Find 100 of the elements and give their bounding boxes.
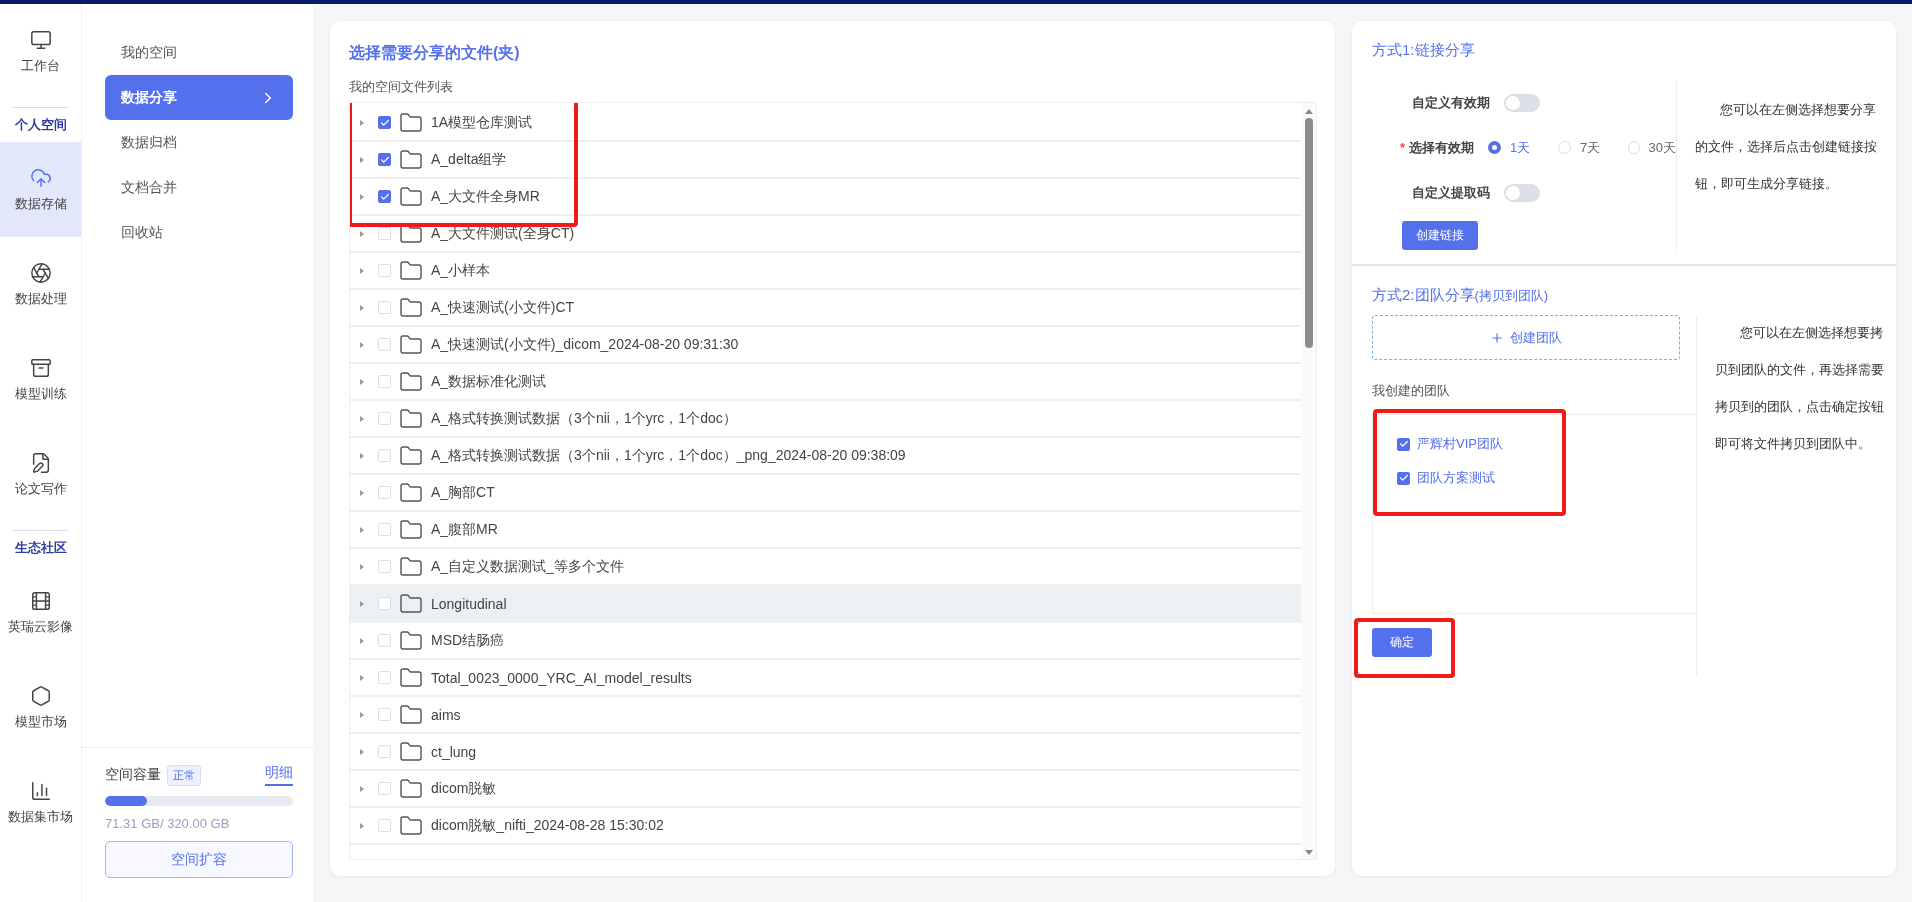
expand-space-button[interactable]: 空间扩容 (105, 841, 293, 878)
nav-label: 模型市场 (14, 712, 67, 731)
caret-icon[interactable] (360, 822, 364, 829)
submenu-label: 数据分享 (121, 88, 177, 107)
cloud-upload-icon (29, 166, 52, 189)
folder-name: A_胸部CT (431, 483, 495, 502)
submenu-item[interactable]: 我的空间 (105, 30, 293, 75)
submenu-item[interactable]: 文档合并 (105, 165, 293, 210)
status-badge: 正常 (167, 764, 201, 786)
nav-label: 模型训练 (14, 384, 67, 403)
caret-icon[interactable] (360, 711, 364, 718)
submenu-item[interactable]: 回收站 (105, 210, 293, 255)
aperture-icon (29, 261, 52, 284)
scroll-up-icon[interactable] (1304, 109, 1313, 114)
help-text: 您可以在左侧选择想要分享的文件，选择后点击创建链接按钮，即可生成分享链接。 (1695, 102, 1878, 193)
caret-icon[interactable] (360, 452, 364, 459)
caret-icon[interactable] (360, 748, 364, 755)
nav-label: 论文写作 (14, 479, 67, 498)
caret-icon[interactable] (360, 378, 364, 385)
submenu-item[interactable]: 数据归档 (105, 120, 293, 165)
section-title: 方式2:团队分享 (1372, 286, 1475, 305)
submenu-label: 数据归档 (121, 133, 177, 152)
caret-icon[interactable] (360, 415, 364, 422)
section-title: 方式1:链接分享 (1372, 41, 1476, 60)
folder-icon (399, 184, 423, 209)
checkbox[interactable] (1397, 437, 1410, 451)
field-label: * 选择有效期 (1398, 138, 1474, 157)
caret-icon[interactable] (360, 526, 364, 533)
caret-icon[interactable] (360, 489, 364, 496)
monitor-icon (29, 28, 52, 51)
caret-icon[interactable] (360, 119, 364, 126)
submenu-label: 回收站 (121, 223, 163, 242)
caret-icon[interactable] (360, 267, 364, 274)
caret-icon[interactable] (360, 193, 364, 200)
folder-name: A_数据标准化测试 (431, 372, 547, 391)
radio-option[interactable]: 1天 (1488, 138, 1536, 157)
caret-icon[interactable] (360, 341, 364, 348)
caret-icon[interactable] (360, 785, 364, 792)
team-option[interactable]: 团队方案测试 (1397, 469, 1696, 487)
nav-item[interactable]: 数据存储 (0, 142, 81, 237)
scrollbar[interactable] (1301, 103, 1316, 859)
nav-label: 数据存储 (14, 194, 67, 213)
folder-icon (399, 295, 423, 320)
plus-icon (1490, 330, 1504, 345)
caret-icon[interactable] (360, 637, 364, 644)
folder-name: A_delta组学 (431, 150, 507, 169)
nav-section-title: 生态社区 (12, 530, 69, 565)
nav-item[interactable]: 论文写作 (0, 427, 81, 522)
create-link-button[interactable]: 创建链接 (1402, 221, 1478, 250)
folder-icon (399, 147, 423, 172)
team-option[interactable]: 严辉村VIP团队 (1397, 435, 1696, 453)
confirm-button[interactable]: 确定 (1372, 628, 1432, 657)
nav-label: 数据处理 (14, 289, 67, 308)
folder-icon (399, 480, 423, 505)
caret-icon[interactable] (360, 674, 364, 681)
section-subtitle: (拷贝到团队) (1474, 288, 1549, 305)
list-label: 我创建的团队 (1372, 382, 1451, 400)
nav-item[interactable]: 数据处理 (0, 237, 81, 332)
folder-name: A_自定义数据测试_等多个文件 (431, 557, 624, 576)
folder-name: A_小样本 (431, 261, 491, 280)
folder-icon (399, 332, 423, 357)
nav-item[interactable]: 数据集市场 (0, 755, 81, 850)
storage-label: 空间容量 (105, 766, 161, 784)
caret-icon[interactable] (360, 563, 364, 570)
scroll-thumb[interactable] (1304, 118, 1313, 348)
folder-icon (399, 110, 423, 135)
create-team-button[interactable]: 创建团队 (1372, 315, 1680, 360)
checkbox[interactable] (378, 116, 391, 129)
field-label: 自定义有效期 (1411, 93, 1490, 112)
checkbox[interactable] (378, 190, 391, 203)
submenu-label: 我的空间 (121, 43, 177, 62)
tree-row[interactable]: Longitudinal (350, 586, 1301, 623)
caret-icon[interactable] (360, 230, 364, 237)
folder-name: Longitudinal (431, 595, 507, 612)
nav-label: 英瑞云影像 (8, 617, 73, 636)
radio-option[interactable]: 7天 (1558, 138, 1606, 157)
nav-item[interactable]: 模型训练 (0, 332, 81, 427)
help-text: 您可以在左侧选择想要拷贝到团队的文件，再选择需要拷贝到的团队，点击确定按钮即可将文件拷贝到团队中。 (1715, 325, 1884, 453)
folder-icon (399, 665, 423, 690)
checkbox[interactable] (1397, 471, 1410, 485)
folder-icon (399, 739, 423, 764)
folder-name: A_格式转换测试数据（3个nii，1个yrc，1个doc）_png_2024-08-20 09:38:09 (431, 446, 906, 465)
submenu-item[interactable]: 数据分享 (105, 75, 293, 120)
toggle-switch[interactable] (1504, 183, 1540, 202)
box-icon (29, 356, 52, 379)
checkbox[interactable] (378, 153, 391, 166)
nav-item[interactable]: 模型市场 (0, 660, 81, 755)
folder-name: ct_lung (431, 743, 477, 760)
caret-icon[interactable] (360, 156, 364, 163)
radio-option[interactable]: 30天 (1628, 138, 1676, 157)
folder-icon (399, 628, 423, 653)
detail-link[interactable]: 明细 (265, 764, 293, 786)
scroll-down-icon[interactable] (1304, 850, 1313, 855)
nav-item[interactable]: 工作台 (0, 4, 81, 99)
toggle-switch[interactable] (1504, 93, 1540, 112)
folder-name: A_大文件测试(全身CT) (431, 224, 575, 243)
submenu-label: 文档合并 (121, 178, 177, 197)
nav-item[interactable]: 英瑞云影像 (0, 565, 81, 660)
caret-icon[interactable] (360, 304, 364, 311)
caret-icon[interactable] (360, 600, 364, 607)
